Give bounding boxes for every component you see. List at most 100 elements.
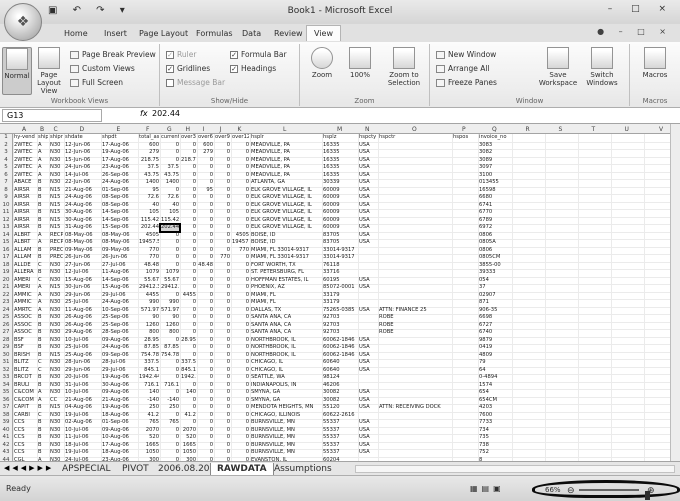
data-cell[interactable]: 0 bbox=[232, 404, 249, 411]
row-header[interactable]: 14 bbox=[0, 231, 13, 239]
row-header[interactable]: 41 bbox=[0, 434, 13, 442]
fx-icon[interactable]: fx bbox=[140, 109, 148, 118]
data-cell[interactable]: 0 bbox=[198, 172, 213, 179]
data-cell[interactable]: 0 bbox=[198, 382, 213, 389]
data-cell[interactable]: 0 bbox=[232, 292, 249, 299]
data-cell[interactable]: N30 bbox=[50, 157, 63, 164]
data-cell[interactable]: 0 bbox=[198, 202, 213, 209]
row-header[interactable]: 18 bbox=[0, 261, 13, 269]
data-cell[interactable]: 09-Sep-06 bbox=[102, 352, 137, 359]
data-cell[interactable]: 0 bbox=[181, 254, 196, 261]
data-cell[interactable]: 4505 bbox=[139, 232, 159, 239]
data-cell[interactable]: 0 bbox=[215, 352, 230, 359]
data-cell[interactable]: 0 bbox=[215, 164, 230, 171]
data-cell[interactable]: 140 bbox=[181, 389, 196, 396]
data-cell[interactable]: 0 bbox=[215, 307, 230, 314]
data-cell[interactable]: 08-May-06 bbox=[65, 232, 100, 239]
data-cell[interactable]: ROBE bbox=[379, 314, 469, 321]
data-cell[interactable]: 41.2 bbox=[139, 412, 159, 419]
data-cell[interactable]: BRISH bbox=[14, 352, 36, 359]
data-cell[interactable]: USA bbox=[359, 359, 377, 366]
row-header[interactable]: 21 bbox=[0, 284, 13, 292]
data-cell[interactable]: 31-Aug-06 bbox=[65, 224, 100, 231]
data-cell[interactable]: 800 bbox=[161, 329, 179, 336]
data-cell[interactable]: USA bbox=[359, 209, 377, 216]
data-cell[interactable]: 0 bbox=[181, 247, 196, 254]
data-cell[interactable]: 64 bbox=[479, 367, 511, 374]
data-cell[interactable]: A bbox=[38, 149, 48, 156]
data-cell[interactable]: AIRSR bbox=[14, 202, 36, 209]
data-cell[interactable]: 08-May-06 bbox=[102, 232, 137, 239]
column-header-q[interactable]: Q bbox=[492, 126, 497, 133]
data-cell[interactable]: ABACE bbox=[14, 179, 36, 186]
data-cell[interactable]: 2WTEC bbox=[14, 149, 36, 156]
row-header[interactable]: 35 bbox=[0, 389, 13, 397]
data-cell[interactable]: 30082 bbox=[323, 397, 357, 404]
data-cell[interactable]: 0 bbox=[161, 239, 179, 246]
data-cell[interactable]: 18-Aug-06 bbox=[102, 412, 137, 419]
data-cell[interactable]: USA bbox=[359, 217, 377, 224]
data-cell[interactable]: CARBI bbox=[14, 412, 36, 419]
data-cell[interactable]: USA bbox=[359, 194, 377, 201]
data-cell[interactable]: 0 bbox=[161, 247, 179, 254]
data-cell[interactable]: 654CM bbox=[479, 397, 511, 404]
data-cell[interactable]: 0 bbox=[198, 157, 213, 164]
headings-checkbox[interactable]: ✓ Headings bbox=[230, 64, 276, 73]
data-cell[interactable]: 9879 bbox=[479, 337, 511, 344]
data-cell[interactable]: 0 bbox=[198, 179, 213, 186]
data-cell[interactable]: N30 bbox=[50, 419, 63, 426]
data-cell[interactable]: B bbox=[38, 434, 48, 441]
row-header[interactable]: 33 bbox=[0, 374, 13, 382]
data-cell[interactable]: 14-Sep-06 bbox=[102, 277, 137, 284]
data-cell[interactable]: B bbox=[38, 224, 48, 231]
data-cell[interactable]: ATTN: FINANCE 25 bbox=[379, 307, 469, 314]
data-cell[interactable]: 11-Jul-06 bbox=[65, 434, 100, 441]
data-cell[interactable]: ALLAM bbox=[14, 254, 36, 261]
data-cell[interactable]: A bbox=[38, 164, 48, 171]
data-cell[interactable]: 98124 bbox=[323, 374, 357, 381]
data-cell[interactable]: 1260 bbox=[139, 322, 159, 329]
data-cell[interactable]: 0 bbox=[215, 172, 230, 179]
data-cell[interactable]: N30 bbox=[50, 344, 63, 351]
data-cell[interactable]: 26-Sep-06 bbox=[102, 172, 137, 179]
data-cell[interactable]: 1942.44 bbox=[139, 374, 159, 381]
data-cell[interactable]: AIRSR bbox=[14, 194, 36, 201]
data-cell[interactable]: USA bbox=[359, 142, 377, 149]
row-header[interactable]: 11 bbox=[0, 209, 13, 217]
data-cell[interactable]: B bbox=[38, 352, 48, 359]
data-cell[interactable]: 0 bbox=[215, 187, 230, 194]
new-window-button[interactable]: New Window bbox=[436, 50, 496, 59]
data-cell[interactable]: 0 bbox=[232, 202, 249, 209]
data-cell[interactable]: 0 bbox=[198, 307, 213, 314]
data-cell[interactable]: C bbox=[38, 277, 48, 284]
data-cell[interactable]: 55337 bbox=[323, 434, 357, 441]
data-cell[interactable]: 0 bbox=[232, 149, 249, 156]
data-cell[interactable]: USA bbox=[359, 277, 377, 284]
data-cell[interactable]: N15 bbox=[50, 187, 63, 194]
data-cell[interactable]: 7600 bbox=[479, 412, 511, 419]
data-cell[interactable]: 0 bbox=[181, 224, 196, 231]
data-cell[interactable]: 0 bbox=[161, 367, 179, 374]
column-header-r[interactable]: R bbox=[526, 126, 530, 133]
data-cell[interactable]: 0 bbox=[181, 397, 196, 404]
data-cell[interactable]: N30 bbox=[50, 292, 63, 299]
row-header[interactable]: 42 bbox=[0, 441, 13, 449]
data-cell[interactable]: 4455 bbox=[181, 292, 196, 299]
data-cell[interactable]: 25-Sep-06 bbox=[102, 314, 137, 321]
data-cell[interactable]: 26-Jun-06 bbox=[102, 254, 137, 261]
column-title-cell[interactable]: over120 bbox=[232, 134, 249, 141]
row-header[interactable]: 6 bbox=[0, 171, 13, 179]
row-header[interactable]: 31 bbox=[0, 359, 13, 367]
data-cell[interactable]: 140 bbox=[139, 389, 159, 396]
data-cell[interactable]: 600 bbox=[198, 142, 213, 149]
data-cell[interactable]: 0 bbox=[161, 359, 179, 366]
data-cell[interactable]: 0 bbox=[215, 419, 230, 426]
data-cell[interactable]: 25-Jul-06 bbox=[65, 299, 100, 306]
data-cell[interactable]: 4505 bbox=[232, 232, 249, 239]
data-cell[interactable]: 0 bbox=[232, 187, 249, 194]
data-cell[interactable]: B bbox=[38, 217, 48, 224]
data-cell[interactable]: ASSOC bbox=[14, 322, 36, 329]
row-header[interactable]: 5 bbox=[0, 164, 13, 172]
row-header[interactable]: 36 bbox=[0, 396, 13, 404]
data-cell[interactable]: 15-Aug-06 bbox=[65, 277, 100, 284]
